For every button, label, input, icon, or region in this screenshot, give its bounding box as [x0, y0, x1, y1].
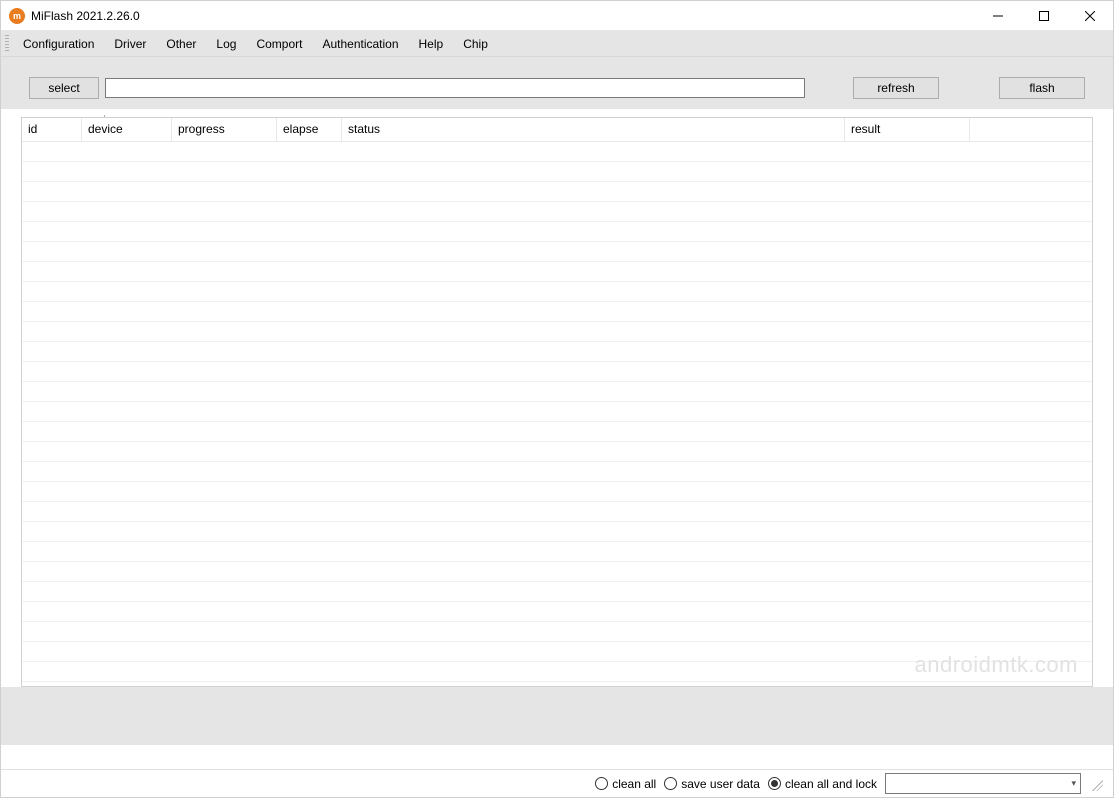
table-header-row: id device progress elapse status result: [22, 118, 1092, 142]
table-row[interactable]: [22, 662, 1092, 682]
refresh-button[interactable]: refresh: [853, 77, 939, 99]
script-combo[interactable]: ▾: [885, 773, 1081, 794]
table-row[interactable]: [22, 242, 1092, 262]
menu-help[interactable]: Help: [409, 33, 454, 55]
select-button[interactable]: select: [29, 77, 99, 99]
radio-label: save user data: [681, 777, 760, 791]
table-row[interactable]: [22, 222, 1092, 242]
table-row[interactable]: [22, 202, 1092, 222]
table-body: [22, 142, 1092, 682]
close-icon: [1085, 11, 1095, 21]
app-icon: m: [9, 8, 25, 24]
table-row[interactable]: [22, 482, 1092, 502]
menu-driver[interactable]: Driver: [104, 33, 156, 55]
bottom-gap: [1, 687, 1113, 745]
table-row[interactable]: [22, 402, 1092, 422]
table-row[interactable]: [22, 302, 1092, 322]
table-row[interactable]: [22, 642, 1092, 662]
menubar: Configuration Driver Other Log Comport A…: [1, 31, 1113, 57]
window-title: MiFlash 2021.2.26.0: [31, 9, 140, 23]
table-row[interactable]: [22, 282, 1092, 302]
menubar-grip: [5, 35, 9, 53]
path-input[interactable]: [105, 78, 805, 98]
maximize-icon: [1039, 11, 1049, 21]
col-result[interactable]: result: [845, 118, 970, 142]
table-row[interactable]: [22, 382, 1092, 402]
close-button[interactable]: [1067, 1, 1113, 31]
radio-icon: [595, 777, 608, 790]
table-row[interactable]: [22, 562, 1092, 582]
menu-other[interactable]: Other: [156, 33, 206, 55]
flash-button[interactable]: flash: [999, 77, 1085, 99]
col-empty[interactable]: [970, 118, 1092, 142]
menu-comport[interactable]: Comport: [246, 33, 312, 55]
toolbar-row: select refresh flash: [29, 77, 1085, 99]
table-row[interactable]: [22, 502, 1092, 522]
table-row[interactable]: [22, 542, 1092, 562]
radio-icon: [768, 777, 781, 790]
minimize-button[interactable]: [975, 1, 1021, 31]
menu-chip[interactable]: Chip: [453, 33, 498, 55]
table-row[interactable]: [22, 322, 1092, 342]
titlebar: m MiFlash 2021.2.26.0: [1, 1, 1113, 31]
resize-grip-icon[interactable]: [1089, 777, 1103, 791]
table-row[interactable]: [22, 582, 1092, 602]
col-id[interactable]: id: [22, 118, 82, 142]
minimize-icon: [993, 11, 1003, 21]
table-row[interactable]: [22, 422, 1092, 442]
menu-authentication[interactable]: Authentication: [312, 33, 408, 55]
table-row[interactable]: [22, 622, 1092, 642]
statusbar: clean all save user data clean all and l…: [1, 769, 1113, 797]
radio-save-user-data[interactable]: save user data: [664, 777, 760, 791]
col-progress[interactable]: progress: [172, 118, 277, 142]
table-row[interactable]: [22, 522, 1092, 542]
menu-log[interactable]: Log: [206, 33, 246, 55]
table-row[interactable]: [22, 142, 1092, 162]
device-table: id device progress elapse status result …: [21, 117, 1093, 687]
app-icon-letter: m: [13, 11, 21, 21]
toolbar-area: select refresh flash: [1, 57, 1113, 109]
radio-icon: [664, 777, 677, 790]
col-device[interactable]: device: [82, 118, 172, 142]
table-row[interactable]: [22, 442, 1092, 462]
chevron-down-icon: ▾: [1071, 778, 1076, 789]
table-row[interactable]: [22, 602, 1092, 622]
col-status[interactable]: status: [342, 118, 845, 142]
menu-configuration[interactable]: Configuration: [13, 33, 104, 55]
radio-label: clean all: [612, 777, 656, 791]
table-row[interactable]: [22, 342, 1092, 362]
table-row[interactable]: [22, 262, 1092, 282]
maximize-button[interactable]: [1021, 1, 1067, 31]
col-elapse[interactable]: elapse: [277, 118, 342, 142]
radio-clean-all[interactable]: clean all: [595, 777, 656, 791]
radio-clean-all-and-lock[interactable]: clean all and lock: [768, 777, 877, 791]
table-row[interactable]: [22, 362, 1092, 382]
radio-label: clean all and lock: [785, 777, 877, 791]
table-row[interactable]: [22, 182, 1092, 202]
window-controls: [975, 1, 1113, 31]
table-row[interactable]: [22, 462, 1092, 482]
table-row[interactable]: [22, 162, 1092, 182]
